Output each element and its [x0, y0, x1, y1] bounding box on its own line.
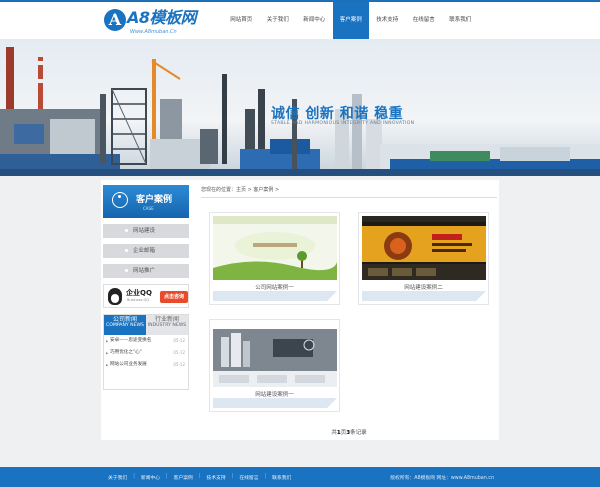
site-logo[interactable]: A A8模板网 Www.A8muban.Cn — [104, 7, 200, 37]
sidebar-title-en: CASE — [143, 206, 154, 211]
nav-item-home[interactable]: 网站首页 — [223, 2, 260, 39]
footer-separator: | — [166, 474, 168, 479]
nav-item-cases[interactable]: 客户案例 — [332, 2, 369, 39]
news-item-title: 安卓——思途变换名 — [110, 338, 152, 343]
banner-slogan: 诚信 创新 和谐 稳重 — [271, 106, 404, 122]
footer-link-message[interactable]: 在线留言 — [239, 474, 258, 481]
site-header: A A8模板网 Www.A8muban.Cn 网站首页 关于我们 新闻中心 客户… — [0, 0, 600, 39]
case-thumbnail — [213, 323, 337, 387]
news-item-title: 网站公司业务发展 — [110, 362, 147, 367]
news-item-date: 05-12 — [173, 338, 185, 343]
main-nav: 网站首页 关于我们 新闻中心 客户案例 技术支持 在线留言 联系我们 — [223, 2, 479, 39]
logo-mark-icon: A — [104, 9, 126, 31]
case-caption: 网站建设案例一 — [255, 392, 294, 398]
footer-separator: | — [198, 474, 201, 479]
footer-link-news[interactable]: 新闻中心 — [141, 474, 160, 481]
footer-link-about[interactable]: 关于我们 — [108, 474, 127, 481]
user-icon — [112, 192, 128, 208]
tab-company-news[interactable]: 公司新闻 COMPANY NEWS — [104, 315, 146, 335]
qq-sublabel: Business QQ — [127, 298, 150, 302]
main-container: 客户案例 CASE 网站建设 企业邮箱 网站推广 企业QQ Business Q… — [101, 180, 499, 440]
case-card-footer — [213, 291, 337, 301]
case-card-footer — [362, 291, 486, 301]
sidebar: 客户案例 CASE 网站建设 企业邮箱 网站推广 企业QQ Business Q… — [103, 185, 189, 390]
case-card[interactable]: 网站建设案例二 — [358, 212, 489, 305]
tab-industry-news[interactable]: 行业新闻 INDUSTRY NEWS — [146, 315, 188, 335]
content-area: 您现在的位置：主页 > 客户案例 > 公司网站案例一 网站建设案例二 网站建设案… — [201, 185, 497, 436]
case-thumbnail — [213, 216, 337, 280]
qq-consult-button[interactable]: 点击咨询 — [160, 291, 188, 303]
banner: 诚信 创新 和谐 稳重 STABLE AND HARMONIOUS INTEGR… — [0, 39, 600, 176]
case-caption: 网站建设案例二 — [404, 285, 443, 291]
logo-text: A8模板网 — [127, 8, 197, 27]
case-caption: 公司网站案例一 — [255, 285, 294, 291]
news-item-date: 05-12 — [173, 362, 185, 367]
footer-separator: | — [264, 474, 267, 479]
news-box: 公司新闻 COMPANY NEWS 行业新闻 INDUSTRY NEWS 安卓—… — [103, 314, 189, 390]
qq-contact-box: 企业QQ Business QQ 点击咨询 — [103, 284, 189, 308]
case-thumbnail — [362, 216, 486, 280]
sidebar-item-promotion[interactable]: 网站推广 — [103, 264, 189, 278]
pagination-summary: 共1页3条记录 — [201, 428, 497, 436]
news-item[interactable]: 巧用优化之"心" 05-12 — [104, 347, 188, 359]
logo-subtext: Www.A8muban.Cn — [130, 29, 177, 35]
footer-separator: | — [231, 474, 234, 479]
nav-item-contact[interactable]: 联系我们 — [442, 2, 479, 39]
sidebar-item-email[interactable]: 企业邮箱 — [103, 244, 189, 258]
page: A A8模板网 Www.A8muban.Cn 网站首页 关于我们 新闻中心 客户… — [0, 0, 600, 487]
footer-separator: | — [133, 474, 135, 479]
nav-item-message[interactable]: 在线留言 — [406, 2, 443, 39]
site-footer: 关于我们 | 新闻中心 | 客户案例 | 技术支持 | 在线留言 | 联系我们 版权所有：… — [0, 467, 600, 487]
footer-link-contact[interactable]: 联系我们 — [272, 474, 291, 481]
nav-item-support[interactable]: 技术支持 — [369, 2, 406, 39]
pager-suffix: 条记录 — [350, 430, 367, 436]
footer-link-support[interactable]: 技术支持 — [206, 474, 225, 481]
sidebar-title-text: 客户案例 — [136, 195, 173, 205]
case-card[interactable]: 网站建设案例一 — [209, 319, 340, 412]
news-item[interactable]: 安卓——思途变换名 05-12 — [104, 335, 188, 347]
sidebar-item-website[interactable]: 网站建设 — [103, 224, 189, 238]
qq-label: 企业QQ — [126, 289, 152, 297]
nav-item-about[interactable]: 关于我们 — [260, 2, 297, 39]
case-card-footer — [213, 398, 337, 408]
news-item[interactable]: 网站公司业务发展 05-12 — [104, 359, 188, 371]
banner-slogan-en: STABLE AND HARMONIOUS INTEGRITY AND INNO… — [271, 121, 415, 126]
case-card[interactable]: 公司网站案例一 — [209, 212, 340, 305]
news-tabs: 公司新闻 COMPANY NEWS 行业新闻 INDUSTRY NEWS — [104, 315, 188, 335]
tab-industry-news-en: INDUSTRY NEWS — [147, 323, 187, 328]
news-item-date: 05-12 — [173, 350, 185, 355]
qq-penguin-icon — [108, 288, 122, 305]
nav-item-news[interactable]: 新闻中心 — [296, 2, 333, 39]
breadcrumb: 您现在的位置：主页 > 客户案例 > — [201, 185, 497, 198]
tab-company-news-en: COMPANY NEWS — [106, 323, 144, 328]
news-item-title: 巧用优化之"心" — [110, 350, 142, 355]
footer-copyright: 版权所有：A8模板网 网址：www.A8muban.cn — [390, 476, 494, 481]
footer-link-cases[interactable]: 客户案例 — [174, 474, 193, 481]
footer-links: 关于我们 | 新闻中心 | 客户案例 | 技术支持 | 在线留言 | 联系我们 — [108, 474, 297, 481]
sidebar-title: 客户案例 CASE — [103, 185, 189, 218]
